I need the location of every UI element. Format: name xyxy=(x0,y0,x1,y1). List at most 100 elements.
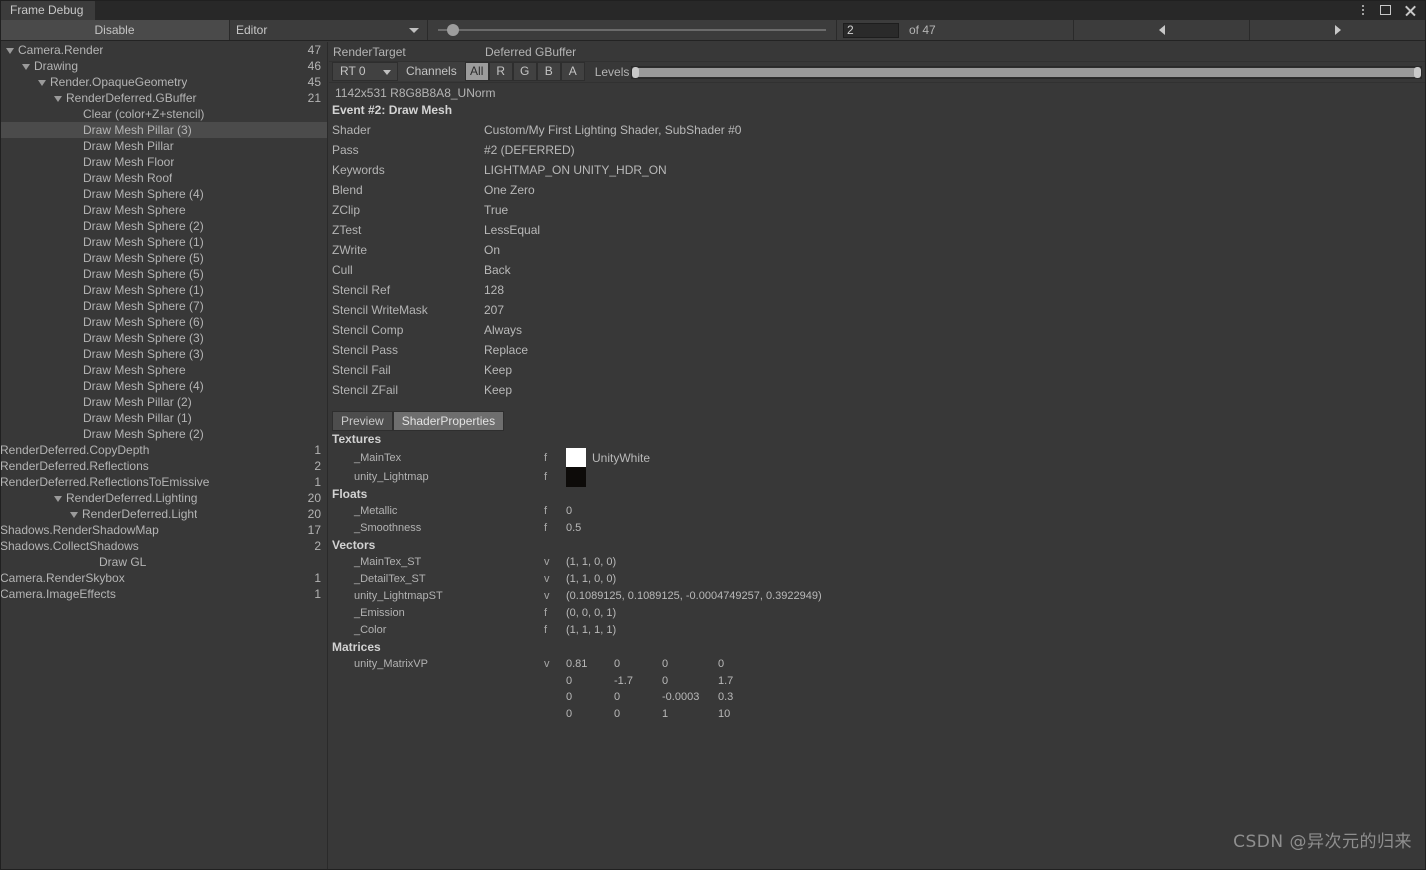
tree-row[interactable]: Draw Mesh Sphere (1) xyxy=(0,234,327,250)
tree-spacer-icon xyxy=(70,210,79,211)
tree-spacer-icon xyxy=(70,354,79,355)
matrix-cell: -1.7 xyxy=(614,674,633,687)
triangle-down-icon[interactable] xyxy=(70,511,78,518)
event-property-value: True xyxy=(484,203,509,217)
kebab-menu-icon[interactable] xyxy=(1356,4,1369,17)
matrix-cell: 10 xyxy=(718,707,731,720)
channel-button-b[interactable]: B xyxy=(536,62,561,81)
vector-property-type: v xyxy=(544,556,550,568)
tree-row[interactable]: Draw Mesh Pillar (2) xyxy=(0,394,327,410)
tree-row[interactable]: Draw Mesh Sphere xyxy=(0,202,327,218)
triangle-down-icon[interactable] xyxy=(38,79,46,86)
tree-row[interactable]: RenderDeferred.Reflections 2 xyxy=(0,458,327,474)
tree-row[interactable]: Draw Mesh Sphere xyxy=(0,362,327,378)
tree-row[interactable]: Draw Mesh Sphere (1) xyxy=(0,282,327,298)
levels-slider-track[interactable] xyxy=(631,65,1422,79)
close-icon[interactable] xyxy=(1404,4,1417,17)
float-property-name: _Smoothness xyxy=(354,522,422,534)
tree-row[interactable]: Shadows.CollectShadows 2 xyxy=(0,538,327,554)
channel-button-r[interactable]: R xyxy=(488,62,513,81)
tree-row[interactable]: RenderDeferred.GBuffer 21 xyxy=(0,90,327,106)
texture-preview-swatch[interactable] xyxy=(566,447,586,468)
event-index-input[interactable] xyxy=(843,22,899,38)
texture-property-name: unity_Lightmap xyxy=(354,470,429,483)
matrix-cell: 0 xyxy=(614,691,621,703)
tree-row[interactable]: Draw Mesh Pillar (1) xyxy=(0,410,327,426)
event-detail-panel: RenderTarget Deferred GBuffer RT 0 Chann… xyxy=(329,42,1426,870)
target-dropdown[interactable]: Editor xyxy=(230,20,428,40)
tree-row[interactable]: Draw Mesh Sphere (3) xyxy=(0,346,327,362)
tree-row[interactable]: Clear (color+Z+stencil) xyxy=(0,106,327,122)
tree-row[interactable]: Draw Mesh Roof xyxy=(0,170,327,186)
tree-row[interactable]: Drawing 46 xyxy=(0,58,327,74)
tree-row[interactable]: RenderDeferred.Light 20 xyxy=(0,506,327,522)
rendertarget-controls: RT 0 Channels All R G B A Levels xyxy=(329,62,1426,83)
triangle-right-icon xyxy=(1334,25,1341,35)
tree-row[interactable]: Draw GL xyxy=(0,554,327,570)
event-property-key: Stencil ZFail xyxy=(332,383,399,397)
tree-row[interactable]: RenderDeferred.CopyDepth 1 xyxy=(0,442,327,458)
tree-row[interactable]: RenderDeferred.Lighting 20 xyxy=(0,490,327,506)
vector-property-name: _DetailTex_ST xyxy=(354,573,426,585)
tree-row[interactable]: Draw Mesh Sphere (6) xyxy=(0,314,327,330)
event-slider-knob[interactable] xyxy=(447,24,459,36)
prev-event-button[interactable] xyxy=(1074,20,1250,40)
next-event-button[interactable] xyxy=(1250,20,1426,40)
tab-frame-debug[interactable]: Frame Debug xyxy=(0,0,96,20)
tree-row[interactable]: Draw Mesh Pillar xyxy=(0,138,327,154)
matrix-cell: 0 xyxy=(566,674,573,687)
tree-row-label: Draw Mesh Floor xyxy=(83,155,175,169)
tree-row[interactable]: Draw Mesh Sphere (5) xyxy=(0,266,327,282)
tree-spacer-icon xyxy=(70,274,79,275)
tree-row[interactable]: Draw Mesh Sphere (7) xyxy=(0,298,327,314)
frame-event-tree[interactable]: Camera.Render 47 Drawing 46 Render.OpaqueGeo… xyxy=(0,42,328,870)
tree-row[interactable]: Draw Mesh Pillar (3) xyxy=(0,122,327,138)
tree-spacer-icon xyxy=(70,226,79,227)
event-slider-track[interactable] xyxy=(438,24,826,36)
channel-button-g[interactable]: G xyxy=(512,62,537,81)
tree-row[interactable]: Render.OpaqueGeometry 45 xyxy=(0,74,327,90)
levels-slider[interactable] xyxy=(629,62,1426,82)
tree-row[interactable]: Draw Mesh Sphere (2) xyxy=(0,426,327,442)
event-property-row: Keywords LIGHTMAP_ON UNITY_HDR_ON xyxy=(329,160,1426,180)
triangle-down-icon[interactable] xyxy=(6,47,14,54)
tab-preview[interactable]: Preview xyxy=(332,411,393,431)
maximize-icon[interactable] xyxy=(1380,4,1393,17)
channel-button-all[interactable]: All xyxy=(464,62,489,81)
texture-preview-swatch[interactable] xyxy=(566,466,586,487)
tree-row-count: 1 xyxy=(314,571,321,585)
tree-row[interactable]: Shadows.RenderShadowMap 17 xyxy=(0,522,327,538)
tree-row[interactable]: Camera.ImageEffects 1 xyxy=(0,586,327,602)
texture-property-name: _MainTex xyxy=(354,451,402,464)
event-property-row: Stencil Pass Replace xyxy=(329,340,1426,360)
tree-row-count: 20 xyxy=(307,491,321,505)
levels-min-handle[interactable] xyxy=(632,66,640,78)
tree-row[interactable]: Draw Mesh Sphere (4) xyxy=(0,186,327,202)
disable-button[interactable]: Disable xyxy=(0,20,230,40)
channel-button-a[interactable]: A xyxy=(560,62,585,81)
event-slider[interactable] xyxy=(428,20,837,40)
event-property-key: ZTest xyxy=(332,223,362,237)
vector-property-row: _Color f (1, 1, 1, 1) xyxy=(329,622,1426,639)
window-tab-bar: Frame Debug xyxy=(0,0,1426,20)
tree-row[interactable]: Draw Mesh Sphere (4) xyxy=(0,378,327,394)
tree-row[interactable]: RenderDeferred.ReflectionsToEmissive 1 xyxy=(0,474,327,490)
rt-select-dropdown[interactable]: RT 0 xyxy=(332,62,398,81)
tree-row[interactable]: Draw Mesh Sphere (2) xyxy=(0,218,327,234)
levels-max-handle[interactable] xyxy=(1414,66,1421,78)
tree-row[interactable]: Draw Mesh Floor xyxy=(0,154,327,170)
tab-shader-properties[interactable]: ShaderProperties xyxy=(392,411,505,431)
triangle-down-icon[interactable] xyxy=(22,63,30,70)
tree-spacer-icon xyxy=(70,306,79,307)
tree-row-label: Draw Mesh Pillar (1) xyxy=(83,411,192,425)
tree-row-count: 20 xyxy=(307,507,321,521)
tree-row[interactable]: Camera.Render 47 xyxy=(0,42,327,58)
tree-row[interactable]: Draw Mesh Sphere (5) xyxy=(0,250,327,266)
triangle-down-icon[interactable] xyxy=(54,95,62,102)
tree-row[interactable]: Draw Mesh Sphere (3) xyxy=(0,330,327,346)
vector-property-value: (0, 0, 0, 1) xyxy=(566,607,617,619)
event-title: Event #2: Draw Mesh xyxy=(332,103,453,117)
event-property-value: 128 xyxy=(484,283,505,297)
tree-row[interactable]: Camera.RenderSkybox 1 xyxy=(0,570,327,586)
triangle-down-icon[interactable] xyxy=(54,495,62,502)
